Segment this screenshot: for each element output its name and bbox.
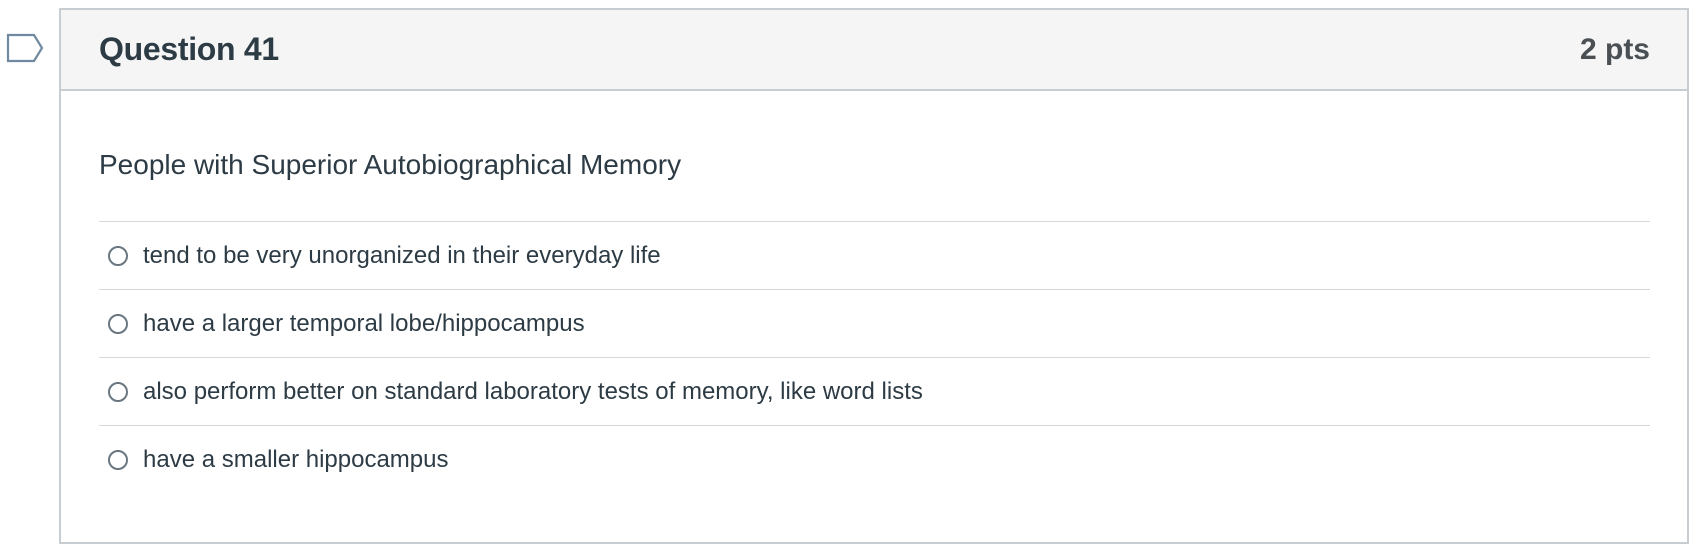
answer-option-1[interactable]: tend to be very unorganized in their eve… bbox=[99, 222, 1650, 290]
question-points: 2 pts bbox=[1579, 32, 1650, 66]
radio-button[interactable] bbox=[108, 245, 128, 266]
radio-button[interactable] bbox=[108, 313, 128, 334]
question-title: Question 41 bbox=[99, 31, 279, 67]
question-header: Question 41 2 pts bbox=[61, 10, 1687, 91]
answer-label: tend to be very unorganized in their eve… bbox=[143, 241, 661, 269]
answer-option-3[interactable]: also perform better on standard laborato… bbox=[99, 358, 1650, 426]
answer-option-2[interactable]: have a larger temporal lobe/hippocampus bbox=[99, 290, 1650, 358]
answer-option-4[interactable]: have a smaller hippocampus bbox=[99, 426, 1650, 494]
answer-label: also perform better on standard laborato… bbox=[143, 377, 923, 405]
radio-button[interactable] bbox=[108, 381, 128, 402]
radio-button[interactable] bbox=[108, 450, 128, 470]
answer-list: tend to be very unorganized in their eve… bbox=[99, 221, 1650, 494]
answer-label: have a larger temporal lobe/hippocampus bbox=[143, 309, 585, 337]
answer-label: have a smaller hippocampus bbox=[143, 446, 449, 473]
question-prompt: People with Superior Autobiographical Me… bbox=[99, 149, 682, 180]
flag-question-icon[interactable] bbox=[6, 32, 44, 64]
question-body: People with Superior Autobiographical Me… bbox=[61, 91, 1687, 494]
question-card: Question 41 2 pts People with Superior A… bbox=[59, 8, 1689, 544]
